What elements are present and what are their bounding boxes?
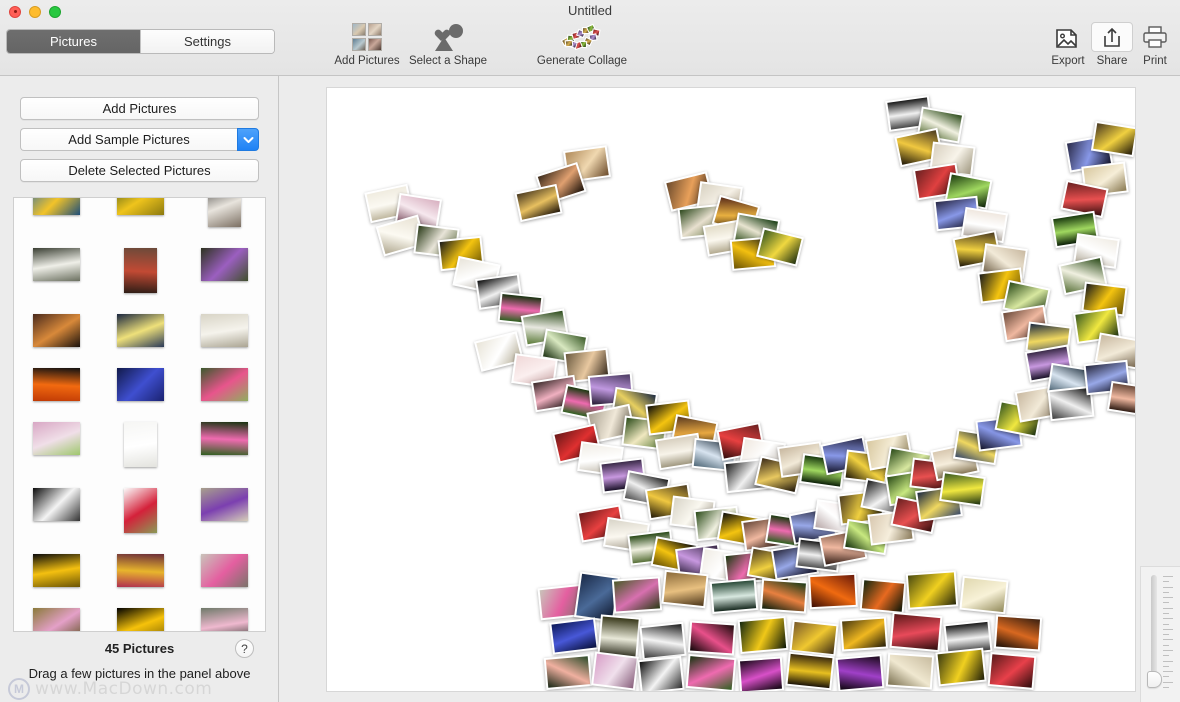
select-shape-icon: [431, 22, 465, 52]
collage-band-tile[interactable]: [889, 611, 943, 653]
app-window: Untitled Pictures Settings Add Pictures: [0, 0, 1180, 702]
watermark: M www.MacDown.com: [8, 678, 212, 700]
thumbnail-pink-carnations[interactable]: [201, 368, 249, 401]
window-titlebar: Untitled Pictures Settings Add Pictures: [0, 0, 1180, 76]
toolbar-select-shape-label: Select a Shape: [408, 55, 487, 67]
view-tabs[interactable]: Pictures Settings: [6, 29, 275, 54]
thumbnail-butterfly-wing[interactable]: [32, 314, 80, 347]
collage-tile[interactable]: [1106, 380, 1135, 418]
generate-collage-icon: [560, 22, 602, 52]
collage-band-tile[interactable]: [959, 575, 1009, 615]
collage-band-tile[interactable]: [709, 578, 759, 614]
help-button[interactable]: ?: [235, 639, 254, 658]
thumbnail-yellow-daisy-macro[interactable]: [32, 554, 80, 587]
collage-mini-tile: [564, 39, 574, 48]
thumbnail-yellow-rose-night[interactable]: [116, 314, 164, 347]
collage-band-tile[interactable]: [759, 578, 809, 614]
zoom-slider[interactable]: [1140, 566, 1180, 702]
thumbnail-pink-orchid-shop[interactable]: [201, 554, 249, 587]
collage-band-tile[interactable]: [785, 651, 835, 691]
tab-settings[interactable]: Settings: [140, 30, 274, 53]
collage-band-tile[interactable]: [987, 652, 1037, 690]
collage-tile[interactable]: [514, 183, 563, 223]
thumbnail-orange-dahlia[interactable]: [32, 368, 80, 401]
thumbnail-purple-aster[interactable]: [201, 248, 249, 281]
collage-band-tile[interactable]: [687, 620, 737, 656]
collage-band-tile[interactable]: [993, 614, 1043, 652]
toolbar-print[interactable]: Print: [1110, 22, 1180, 67]
print-icon: [1141, 22, 1169, 52]
add-pictures-button[interactable]: Add Pictures: [20, 97, 259, 120]
collage-band-tile[interactable]: [839, 616, 889, 652]
thumbnail-white-blossom-mass[interactable]: [201, 314, 249, 347]
thumbnail-yellow-gerbera-black[interactable]: [116, 608, 164, 631]
collage-band-tile[interactable]: [808, 572, 858, 610]
thumbnail-pink-tulip-soft[interactable]: [32, 422, 80, 455]
thumbnail-purple-crocus[interactable]: [201, 488, 249, 521]
thumbnail-yellow-daisies[interactable]: [116, 198, 164, 215]
collage-band-tile[interactable]: [935, 647, 987, 687]
thumbnail-pink-lotus-pads[interactable]: [201, 422, 249, 455]
collage-band-tile[interactable]: [859, 578, 907, 614]
canvas-area: [280, 76, 1180, 702]
add-sample-pictures-popup[interactable]: Add Sample Pictures: [20, 128, 259, 151]
collage-band-tile[interactable]: [637, 655, 685, 691]
watermark-text: www.MacDown.com: [35, 679, 213, 699]
thumbnail-blue-hydrangea[interactable]: [116, 368, 164, 401]
collage-band-tile[interactable]: [737, 615, 789, 655]
thumbnail-red-flower-bokeh[interactable]: [123, 248, 157, 293]
thumbnail-pink-crocus-grass[interactable]: [32, 608, 80, 631]
thumbnail-white-blossoms-tall[interactable]: [208, 198, 242, 227]
collage-band-tile[interactable]: [591, 651, 639, 691]
thumbnail-red-rose-white-bg[interactable]: [123, 488, 157, 533]
thumbnail-white-sketch-paper[interactable]: [123, 422, 157, 467]
toolbar-add-pictures[interactable]: Add Pictures: [322, 22, 412, 67]
collage-tile[interactable]: [939, 471, 986, 507]
collage-canvas[interactable]: [326, 87, 1136, 692]
zoom-slider-ticks: [1163, 576, 1175, 688]
thumbnail-market-flowers[interactable]: [116, 554, 164, 587]
tab-pictures[interactable]: Pictures: [7, 30, 140, 53]
add-pictures-icon: [352, 22, 382, 52]
thumbnail-white-daisy-dark[interactable]: [32, 488, 80, 521]
toolbar-print-label: Print: [1143, 55, 1167, 67]
toolbar-select-shape[interactable]: Select a Shape: [403, 22, 493, 67]
toolbar-generate-collage-label: Generate Collage: [536, 55, 628, 67]
thumbnail-sunflower-blue-sky[interactable]: [32, 198, 80, 215]
collage-band-tile[interactable]: [685, 653, 737, 691]
collage-band-tile[interactable]: [835, 654, 885, 691]
macdown-logo-icon: M: [8, 678, 30, 700]
collage-band-tile[interactable]: [549, 617, 599, 655]
toolbar-generate-collage[interactable]: Generate Collage: [536, 22, 628, 67]
pictures-sidebar: Add Pictures Add Sample Pictures Delete …: [0, 76, 279, 702]
collage-band-tile[interactable]: [543, 654, 593, 690]
collage-band-tile[interactable]: [737, 656, 785, 691]
window-title: Untitled: [567, 3, 613, 18]
delete-selected-pictures-button[interactable]: Delete Selected Pictures: [20, 159, 259, 182]
collage-band-tile[interactable]: [885, 652, 935, 690]
chevron-down-icon[interactable]: [237, 128, 259, 151]
add-sample-pictures-label[interactable]: Add Sample Pictures: [20, 128, 237, 151]
collage-band-tile[interactable]: [905, 570, 959, 610]
thumbnail-lotus-water[interactable]: [201, 608, 249, 631]
collage-band-tile[interactable]: [639, 621, 687, 661]
thumbnail-grid[interactable]: [14, 198, 265, 631]
collage-band-tile[interactable]: [789, 619, 839, 657]
thumbnail-well[interactable]: [13, 197, 266, 632]
collage-band-tile[interactable]: [611, 576, 663, 614]
zoom-slider-knob[interactable]: [1147, 671, 1162, 688]
thumbnail-white-flower-field[interactable]: [32, 248, 80, 281]
picture-count-label: 45 Pictures: [104, 641, 175, 656]
collage-band-tile[interactable]: [661, 569, 709, 609]
toolbar-add-pictures-label: Add Pictures: [334, 55, 400, 67]
